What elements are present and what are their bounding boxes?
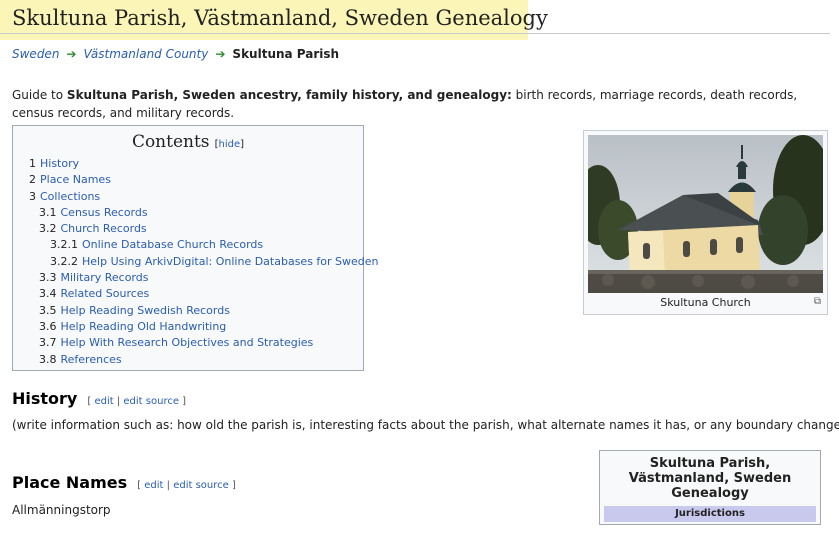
breadcrumb: Sweden ➔ Västmanland County ➔ Skultuna Paris… [12, 47, 339, 61]
toc-item-place-names[interactable]: 2 Place Names [29, 172, 379, 188]
place-names-heading: Place Names [12, 473, 128, 492]
toc-item-related-sources[interactable]: 3.4 Related Sources [29, 286, 379, 302]
toc-item-help-using-arkivdigital[interactable]: 3.2.2 Help Using ArkivDigital: Online Dat… [29, 254, 379, 270]
breadcrumb-arrow-icon: ➔ [66, 47, 77, 61]
history-edit-links: [ edit | edit source ] [87, 396, 187, 407]
toc-item-help-reading-swedish-records[interactable]: 3.5 Help Reading Swedish Records [29, 303, 379, 319]
toc-hide-toggle[interactable]: [hide] [215, 139, 244, 150]
breadcrumb-sweden-link[interactable]: Sweden [12, 47, 59, 61]
history-edit-source-link[interactable]: edit source [123, 396, 179, 407]
history-heading: History [12, 389, 78, 408]
history-edit-link[interactable]: edit [94, 396, 113, 407]
infobox: Skultuna Parish, Västmanland, Sweden Gen… [599, 450, 821, 525]
toc-header: Contents [hide] [13, 132, 363, 152]
toc-item-military-records[interactable]: 3.3 Military Records [29, 270, 379, 286]
breadcrumb-arrow-icon: ➔ [215, 47, 226, 61]
image-caption: Skultuna Church [660, 296, 751, 309]
place-names-edit-source-link[interactable]: edit source [173, 480, 229, 491]
church-photo[interactable] [588, 135, 823, 293]
infobox-jurisdictions-header: Jurisdictions [604, 506, 816, 522]
toc-item-church-records[interactable]: 3.2 Church Records [29, 221, 379, 237]
toc-item-help-reading-old-handwriting[interactable]: 3.6 Help Reading Old Handwriting [29, 319, 379, 335]
toc-item-references[interactable]: 3.8 References [29, 352, 379, 368]
toc-title: Contents [131, 132, 210, 152]
place-names-edit-link[interactable]: edit [144, 480, 163, 491]
toc-hide-link[interactable]: hide [219, 139, 241, 150]
church-thumbnail: Skultuna Church ⧉ [583, 130, 828, 315]
toc-item-census-records[interactable]: 3.1 Census Records [29, 205, 379, 221]
intro-paragraph: Guide to Skultuna Parish, Sweden ancestr… [12, 86, 824, 122]
breadcrumb-current: Skultuna Parish [232, 47, 340, 61]
place-names-edit-links: [ edit | edit source ] [137, 480, 236, 491]
magnify-icon[interactable]: ⧉ [814, 296, 821, 307]
toc-item-help-with-research[interactable]: 3.7 Help With Research Objectives and Str… [29, 335, 379, 351]
breadcrumb-county-link[interactable]: Västmanland County [83, 47, 208, 61]
intro-bold: Skultuna Parish, Sweden ancestry, family… [66, 88, 512, 102]
toc-item-online-database-church-records[interactable]: 3.2.1 Online Database Church Records [29, 237, 379, 253]
page-title: Skultuna Parish, Västmanland, Sweden Gen… [12, 6, 548, 30]
intro-prefix: Guide to [12, 88, 67, 102]
infobox-title: Skultuna Parish, Västmanland, Sweden Gen… [628, 456, 792, 501]
title-divider [0, 33, 830, 34]
toc-item-collections[interactable]: 3 Collections [29, 189, 379, 205]
toc-list: 1 History 2 Place Names 3 Collections 3.1 Ce… [29, 156, 379, 368]
place-name-item: Allmänningstorp [12, 503, 111, 517]
table-of-contents: Contents [hide] 1 History 2 Place Names 3C… [12, 125, 379, 371]
section-heading-place-names: Place Names [ edit | edit source ] [12, 473, 236, 492]
toc-item-history[interactable]: 1 History [29, 156, 379, 172]
section-heading-history: History [ edit | edit source ] [12, 389, 186, 408]
history-text: (write information such as: how old the … [12, 418, 839, 432]
